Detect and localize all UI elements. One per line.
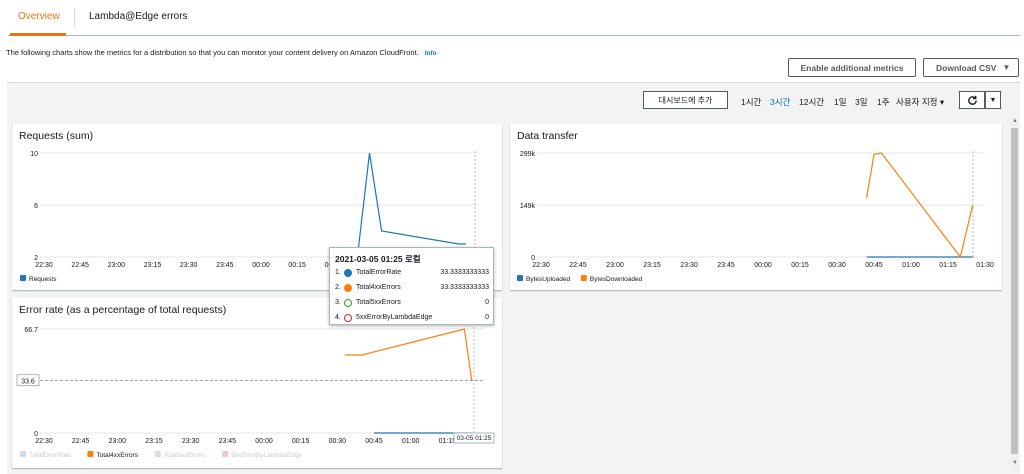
caret-down-icon: ▼ (989, 96, 997, 104)
download-csv-label: Download CSV (936, 62, 997, 73)
range-3h[interactable]: 3시간 (770, 96, 790, 108)
range-1h[interactable]: 1시간 (741, 96, 761, 108)
download-csv-button[interactable]: Download CSV ▼ (923, 58, 1019, 77)
refresh-options-dropdown[interactable]: ▼ (985, 91, 1001, 109)
tooltip-row-index: 2. (335, 284, 341, 291)
caret-down-icon: ▾ (937, 97, 945, 107)
chart-tooltip: 2021-03-05 01:25 로컬 1. TotalErrorRate 33.3… (329, 247, 494, 325)
tooltip-series-value: 0 (485, 314, 489, 321)
description-text: The following charts show the metrics fo… (6, 48, 419, 57)
tooltip-row: 3. Total5xxErrors 0 (335, 298, 491, 310)
chart-title: Error rate (as a percentage of total req… (19, 304, 227, 316)
series-color-dot-icon (344, 299, 352, 307)
scroll-up-arrow-icon[interactable]: ▲ (1012, 118, 1018, 124)
tab-bar: Overview Lambda@Edge errors (8, 0, 1020, 36)
scrollbar-thumb[interactable] (1011, 128, 1018, 454)
range-custom[interactable]: 사용자 지정 ▾ (896, 96, 944, 108)
info-link[interactable]: Info (425, 50, 437, 57)
data-transfer-chart-card: Data transfer (510, 124, 1002, 290)
scroll-down-arrow-icon[interactable]: ▼ (1012, 460, 1018, 466)
caret-down-icon: ▼ (1002, 63, 1011, 72)
range-12h[interactable]: 12시간 (799, 96, 824, 108)
add-to-dashboard-button[interactable]: 대시보드에 추가 (643, 91, 728, 109)
tooltip-row: 4. 5xxErrorByLambdaEdge 0 (335, 313, 491, 325)
tooltip-row: 2. Total4xxErrors 33.3333333333 (335, 283, 491, 295)
range-custom-label: 사용자 지정 (896, 97, 938, 107)
tooltip-row-index: 4. (335, 314, 341, 321)
tooltip-row: 1. TotalErrorRate 33.3333333333 (335, 268, 491, 280)
series-color-dot-icon (344, 269, 352, 277)
chart-title: Requests (sum) (19, 130, 94, 142)
range-3d[interactable]: 3일 (855, 96, 868, 108)
page-description: The following charts show the metrics fo… (6, 48, 437, 57)
tab-lambda-edge-errors[interactable]: Lambda@Edge errors (89, 11, 188, 22)
enable-additional-metrics-button[interactable]: Enable additional metrics (788, 58, 916, 77)
chart-title: Data transfer (517, 130, 578, 142)
tooltip-title: 2021-03-05 01:25 로컬 (335, 254, 421, 264)
tooltip-series-label: Total4xxErrors (356, 284, 401, 291)
series-color-dot-icon (344, 284, 352, 292)
tooltip-series-label: 5xxErrorByLambdaEdge (356, 314, 433, 321)
range-1w[interactable]: 1주 (877, 96, 890, 108)
tooltip-series-value: 33.3333333333 (440, 269, 489, 276)
range-1d[interactable]: 1일 (834, 96, 847, 108)
tooltip-row-index: 3. (335, 299, 341, 306)
refresh-button[interactable] (959, 91, 985, 109)
tooltip-series-label: Total5xxErrors (356, 299, 401, 306)
tab-active-indicator (10, 33, 66, 36)
tooltip-series-value: 33.3333333333 (440, 284, 489, 291)
tab-divider (74, 8, 75, 28)
refresh-icon (967, 95, 977, 105)
tab-overview[interactable]: Overview (18, 11, 60, 22)
series-color-dot-icon (344, 314, 352, 322)
tooltip-series-label: TotalErrorRate (356, 269, 402, 276)
tooltip-row-index: 1. (335, 269, 341, 276)
tooltip-series-value: 0 (485, 299, 489, 306)
